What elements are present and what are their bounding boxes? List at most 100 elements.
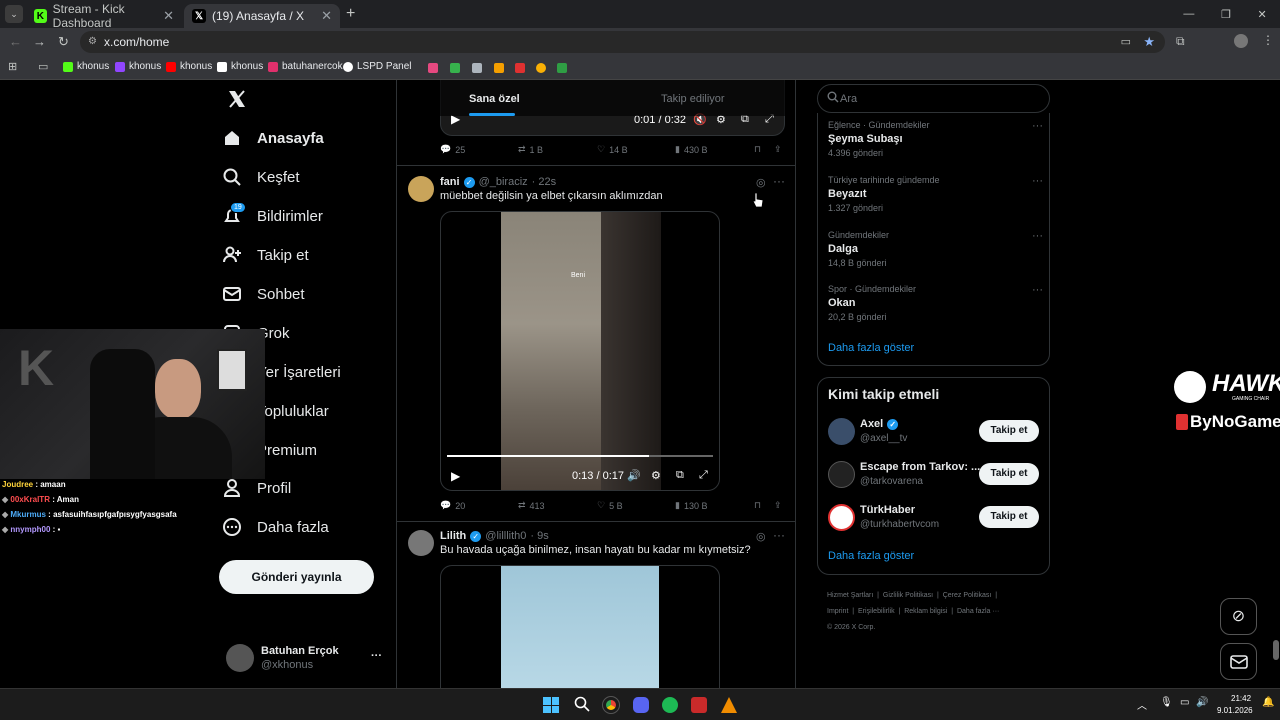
browser-tab-x[interactable]: 𝕏 (19) Anasayfa / X ✕ [184,4,340,28]
footer-link[interactable]: Çerez Politikası [943,592,992,599]
notification-icon[interactable]: 🔔 [1262,697,1274,708]
app-icon[interactable] [691,697,707,713]
footer-link[interactable]: Erişilebilirlik [858,608,895,615]
close-icon[interactable]: ✕ [321,8,332,24]
avatar[interactable] [408,176,434,202]
footer-link[interactable]: Imprint [827,608,848,615]
post-button[interactable]: Gönderi yayınla [219,560,374,594]
footer-link[interactable]: Hizmet Şartları [827,592,873,599]
new-tab-button[interactable]: + [346,5,355,23]
spotify-icon[interactable] [662,697,678,713]
tray-up-icon[interactable]: ︿ [1137,697,1147,712]
author-name[interactable]: fani [440,176,460,188]
scrollbar-thumb[interactable] [1273,640,1279,660]
avatar[interactable] [828,504,855,531]
more-icon[interactable]: ··· [773,528,785,542]
video-progress[interactable] [447,455,713,457]
apps-icon[interactable]: ⊞ [8,60,17,73]
mic-icon[interactable]: 🎙 [1160,697,1173,708]
show-more-link[interactable]: Daha fazla göster [828,342,914,354]
author-name[interactable]: Lilith [440,530,466,542]
sidebar-item-more[interactable]: Daha fazla [222,509,329,545]
share-icon[interactable]: ⇪ [774,144,782,155]
site-info-icon[interactable]: ⚙ [88,31,97,53]
start-icon[interactable] [543,697,559,713]
suggest-name[interactable]: Escape from Tarkov: ... [860,461,980,473]
sidebar-item-follow[interactable]: Takip et [222,237,309,273]
sidebar-item-messages[interactable]: Sohbet [222,276,305,312]
bookmark-item[interactable]: khonus [166,61,212,72]
bookmark-icon[interactable] [472,63,482,73]
tab-following[interactable]: Takip ediliyor [661,93,725,105]
fullscreen-icon[interactable]: ⤢ [699,469,708,482]
footer-link[interactable]: Daha fazla ··· [957,608,999,615]
grok-icon[interactable]: ◎ [756,530,766,543]
pip-icon[interactable]: ⧉ [676,469,684,482]
sidebar-item-notifications[interactable]: 19 Bildirimler [222,198,323,234]
more-icon[interactable]: ··· [1032,284,1043,296]
bookmark-item[interactable]: khonus [217,61,263,72]
browser-tab-kick[interactable]: K Stream - Kick Dashboard ✕ [26,2,182,30]
menu-dots-icon[interactable]: ⋮ [1262,33,1274,47]
volume-icon[interactable]: 🔊 [1196,697,1208,708]
folder-icon[interactable]: ▭ [38,60,48,73]
messages-floating-button[interactable] [1220,643,1257,680]
network-icon[interactable]: ▭ [1180,697,1189,708]
cast-icon[interactable]: ▭ [1121,31,1131,53]
profile-avatar-icon[interactable] [1234,34,1248,48]
trend-item[interactable]: Gündemdekiler Dalga 14,8 B gönderi ··· [828,230,1043,268]
search-icon[interactable] [574,696,590,712]
follow-button[interactable]: Takip et [979,420,1039,442]
more-icon[interactable]: ··· [1032,120,1043,132]
chrome-icon[interactable] [602,696,620,714]
bookmark-item[interactable]: khonus [115,61,161,72]
bookmark-item[interactable]: LSPD Panel [343,61,411,72]
tab-for-you[interactable]: Sana özel [469,93,520,105]
search-input[interactable]: Ara [817,84,1050,113]
play-icon[interactable]: ▶ [451,469,460,483]
tab-search-button[interactable]: ⌄ [5,5,23,23]
share-icon[interactable]: ⇪ [774,500,782,511]
more-icon[interactable]: ··· [1032,230,1043,242]
address-bar[interactable]: ⚙ x.com/home ★ ▭ [80,31,1165,53]
video-player[interactable] [440,565,720,688]
reply-button[interactable]: 💬 20 [440,500,465,511]
views-button[interactable]: ▮ 430 B [675,144,707,155]
suggest-name[interactable]: Axel ✓ [860,418,899,430]
clock-date[interactable]: 9.01.2026 [1217,706,1253,715]
close-icon[interactable]: ✕ [163,8,174,24]
follow-button[interactable]: Takip et [979,506,1039,528]
like-button[interactable]: ♡ 14 B [597,144,628,155]
more-icon[interactable]: ··· [773,174,785,188]
bookmark-icon[interactable] [515,63,525,73]
bookmark-icon[interactable] [536,63,546,73]
account-menu-icon[interactable]: ··· [371,650,382,662]
grok-icon[interactable]: ◎ [756,176,766,189]
extensions-icon[interactable]: ⧉ [1176,34,1185,49]
maximize-icon[interactable]: ❐ [1221,8,1231,21]
x-logo-icon[interactable] [227,89,247,109]
footer-link[interactable]: Gizlilik Politikası [883,592,933,599]
bookmark-icon[interactable] [557,63,567,73]
back-icon[interactable]: ← [9,34,22,49]
forward-icon[interactable]: → [33,34,46,49]
sidebar-item-home[interactable]: Anasayfa [222,120,324,156]
trend-item[interactable]: Spor · Gündemdekiler Okan 20,2 B gönderi… [828,284,1043,322]
minimize-icon[interactable]: — [1183,8,1194,20]
bookmark-icon[interactable] [428,63,438,73]
bookmark-item[interactable]: khonus [63,61,109,72]
post-time[interactable]: · 22s [532,176,556,188]
reply-button[interactable]: 💬 25 [440,144,465,155]
grok-floating-button[interactable]: ⊘ [1220,598,1257,635]
bookmark-icon[interactable]: ⊓ [754,500,761,511]
bookmark-star-icon[interactable]: ★ [1143,31,1155,53]
author-handle[interactable]: @lilllith0 [485,530,526,542]
post-time[interactable]: · 9s [530,530,548,542]
repost-button[interactable]: ⇄ 1 B [518,144,543,155]
views-button[interactable]: ▮ 130 B [675,500,707,511]
more-icon[interactable]: ··· [1032,175,1043,187]
settings-icon[interactable]: ⚙ [651,469,661,482]
bookmark-item[interactable]: batuhanercok [268,61,343,72]
avatar[interactable] [828,461,855,488]
avatar[interactable] [408,530,434,556]
